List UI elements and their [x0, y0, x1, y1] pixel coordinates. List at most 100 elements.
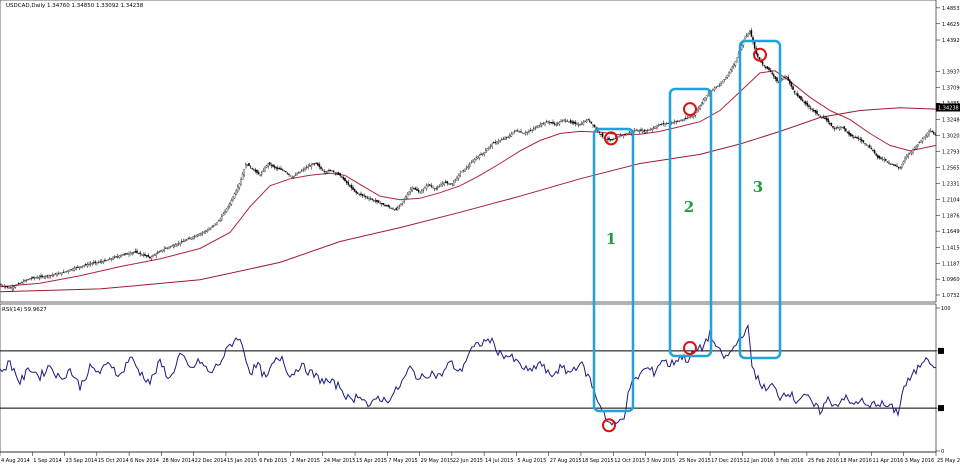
- candle-body: [822, 117, 825, 119]
- candle-body: [646, 130, 649, 131]
- candle-body: [384, 205, 386, 207]
- candle-body: [11, 286, 13, 290]
- candle-body: [869, 145, 871, 148]
- price-tick-label: 1.11875: [942, 261, 960, 267]
- candle-body: [88, 263, 90, 265]
- candle-body: [664, 123, 666, 125]
- candle-body: [237, 186, 239, 192]
- candle-body: [493, 142, 495, 144]
- candle-body: [288, 173, 290, 175]
- candle-body: [643, 129, 645, 132]
- candle-body: [78, 266, 81, 268]
- candle-body: [625, 133, 628, 136]
- candle-body: [472, 160, 474, 163]
- candle-body: [310, 164, 313, 167]
- candle-body: [371, 198, 373, 200]
- candle-body: [381, 203, 383, 205]
- candle-body: [141, 254, 143, 256]
- candle-body: [35, 277, 37, 279]
- candle-body: [581, 123, 583, 125]
- candle-body: [94, 261, 97, 263]
- candle-body: [912, 149, 914, 153]
- date-tick-label: 29 May 2015: [421, 458, 454, 464]
- candle-body: [774, 76, 777, 79]
- candle-body: [41, 276, 44, 277]
- candle-body: [189, 238, 191, 240]
- candle-body: [33, 277, 36, 279]
- candle-body: [432, 187, 434, 189]
- candle-body: [531, 129, 533, 131]
- candle-body: [462, 170, 465, 172]
- candle-body: [264, 167, 266, 172]
- candle-body: [894, 164, 897, 167]
- candle-body: [224, 211, 226, 213]
- candle-body: [862, 140, 865, 143]
- candle-body: [685, 117, 687, 119]
- candle-body: [337, 172, 340, 175]
- candle-body: [929, 130, 932, 132]
- date-tick-label: 25 May 2016: [937, 458, 960, 464]
- candle-body: [160, 250, 162, 252]
- candle-body: [547, 121, 549, 123]
- candle-body: [16, 284, 18, 286]
- candle-body: [115, 256, 117, 258]
- candle-body: [161, 249, 164, 252]
- candle-body: [793, 90, 796, 93]
- date-tick-label: 22 Jun 2015: [453, 458, 483, 464]
- candle-body: [435, 188, 437, 190]
- candle-body: [99, 261, 101, 263]
- candle-body: [787, 76, 789, 81]
- candle-body: [117, 256, 119, 258]
- candle-body: [909, 152, 911, 154]
- candle-body: [45, 276, 47, 278]
- date-tick-label: 14 Jul 2015: [485, 458, 513, 464]
- candle-body: [233, 193, 236, 199]
- candle-body: [528, 131, 530, 133]
- candle-body: [149, 257, 151, 259]
- candle-body: [553, 123, 556, 125]
- candle-body: [0, 284, 2, 286]
- candle-body: [681, 119, 684, 121]
- candle-body: [107, 259, 109, 261]
- symbol-header: USDCAD,Daily 1.34760 1.34850 1.33092 1.3…: [6, 3, 144, 9]
- candle-body: [725, 77, 727, 80]
- candle-body: [701, 102, 703, 106]
- candle-body: [648, 129, 650, 131]
- candle-body: [165, 248, 167, 249]
- candle-body: [104, 259, 106, 262]
- candle-body: [584, 121, 586, 123]
- candle-body: [672, 122, 674, 124]
- candle-body: [726, 74, 729, 78]
- price-tick-label: 1.32480: [942, 118, 960, 124]
- candle-body: [489, 145, 492, 147]
- candle-body: [614, 137, 617, 139]
- candle-body: [717, 85, 719, 87]
- candle-body: [425, 185, 428, 189]
- candle-body: [563, 119, 565, 121]
- candle-body: [921, 138, 924, 142]
- candle-body: [491, 143, 493, 147]
- candle-body: [699, 105, 701, 109]
- date-tick-label: 12 Oct 2015: [614, 458, 645, 464]
- candle-body: [470, 162, 473, 164]
- candle-body: [198, 233, 201, 236]
- candle-body: [824, 117, 826, 120]
- candle-body: [443, 182, 445, 185]
- candle-body: [557, 123, 559, 125]
- candle-body: [720, 83, 722, 86]
- date-tick-label: 6 Feb 2015: [259, 458, 287, 464]
- date-tick-label: 15 Jan 2015: [227, 458, 257, 464]
- candle-body: [473, 159, 476, 163]
- candle-body: [561, 120, 564, 122]
- candle-body: [184, 240, 186, 243]
- candle-body: [13, 286, 15, 289]
- candle-body: [133, 252, 135, 253]
- candle-body: [565, 120, 567, 122]
- candle-body: [749, 31, 751, 34]
- candle-body: [318, 164, 321, 168]
- candle-body: [437, 187, 439, 189]
- candle-body: [280, 168, 282, 170]
- candle-body: [64, 271, 66, 273]
- candle-body: [837, 127, 839, 129]
- candle-body: [656, 125, 658, 129]
